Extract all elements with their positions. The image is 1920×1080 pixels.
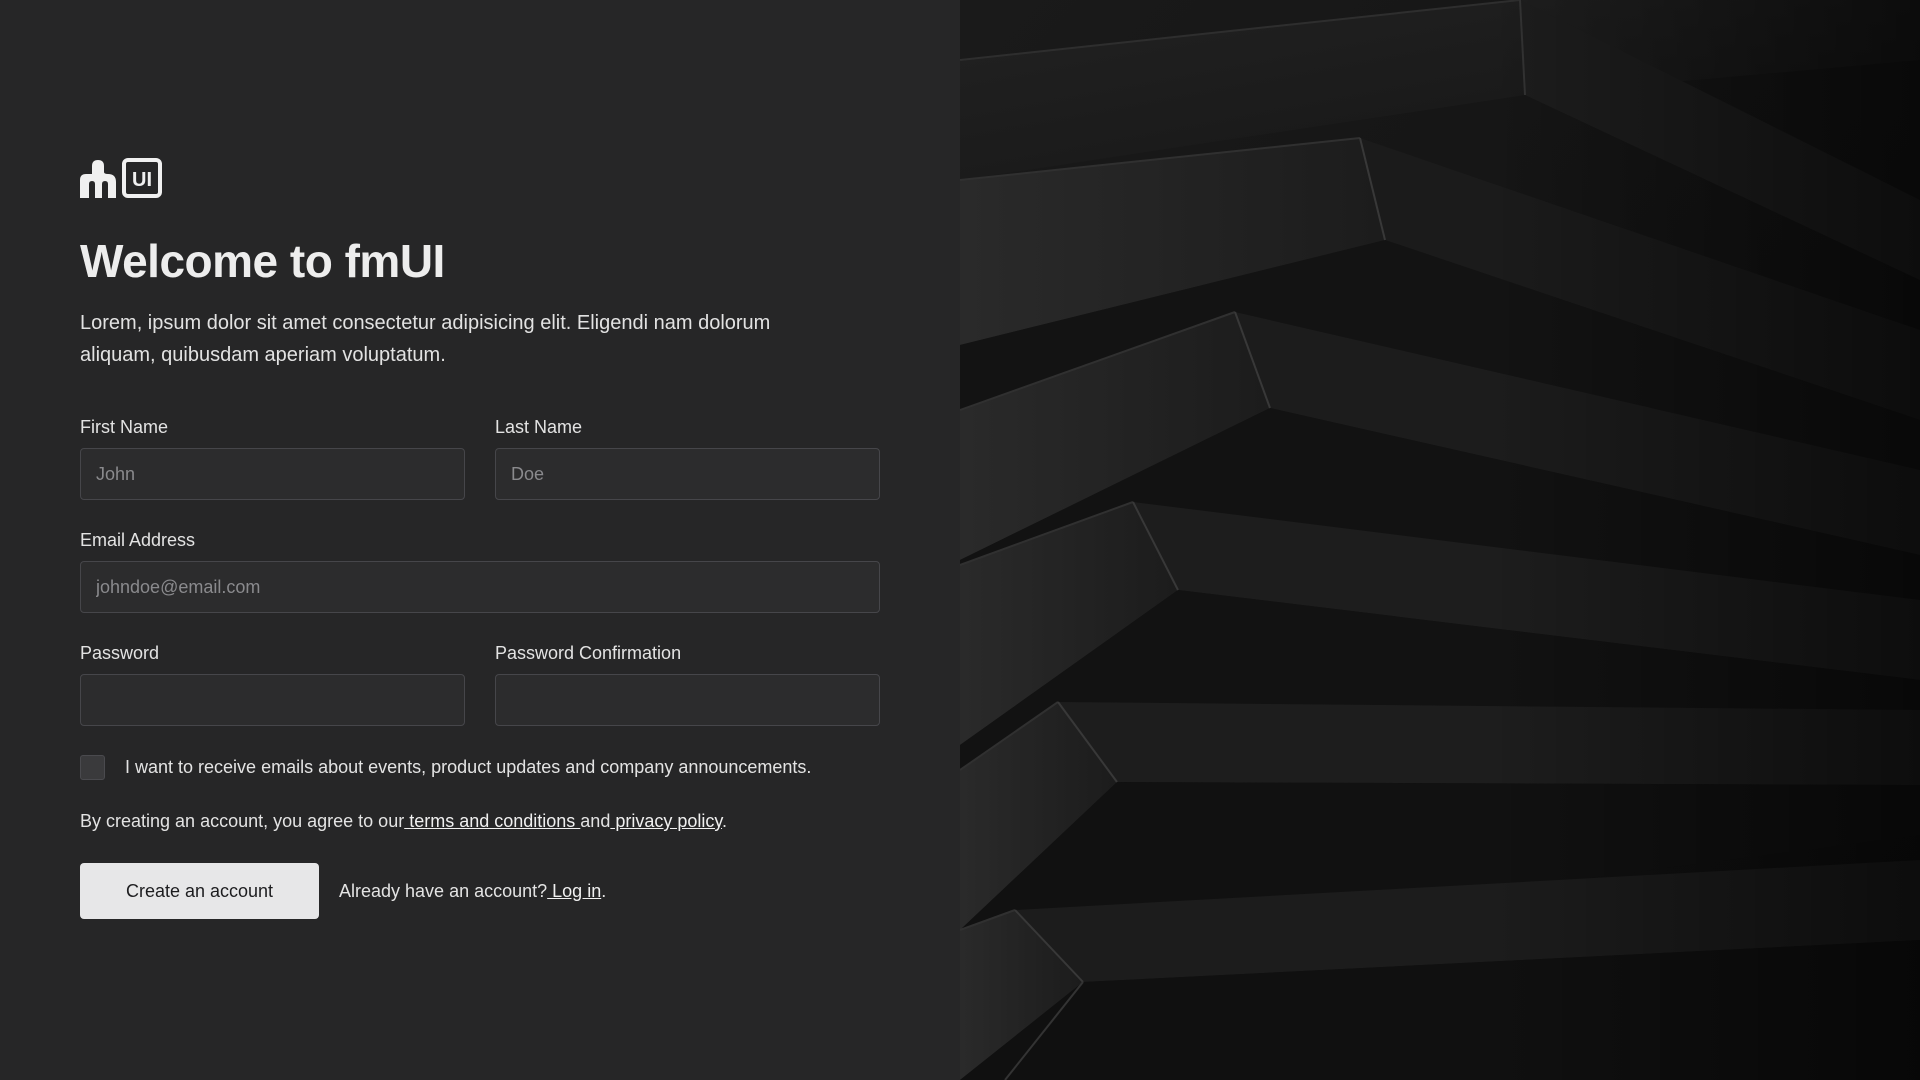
- create-account-button[interactable]: Create an account: [80, 863, 319, 919]
- page-subtitle: Lorem, ipsum dolor sit amet consectetur …: [80, 312, 771, 366]
- abstract-stacked-planks-image: [960, 0, 1920, 1080]
- terms-middle: and: [580, 811, 611, 831]
- password-label: Password: [80, 643, 160, 663]
- brand-logo: UI: [80, 158, 880, 198]
- password-confirmation-label: Password Confirmation: [495, 643, 682, 663]
- terms-notice: By creating an account, you agree to our…: [80, 811, 880, 832]
- fm-ui-logo-icon: UI: [80, 158, 162, 198]
- terms-and-conditions-link[interactable]: terms and conditions: [404, 811, 580, 831]
- password-field: Password: [80, 642, 465, 726]
- first-name-label: First Name: [80, 417, 169, 437]
- email-input[interactable]: [80, 561, 880, 613]
- signup-panel: UI Welcome to fmUI Lorem, ipsum dolor si…: [0, 0, 960, 1080]
- password-confirmation-field: Password Confirmation: [495, 642, 880, 726]
- privacy-policy-link[interactable]: privacy policy: [610, 811, 722, 831]
- password-input[interactable]: [80, 674, 465, 726]
- logo-badge-text: UI: [132, 169, 152, 191]
- last-name-field: Last Name: [495, 416, 880, 500]
- first-name-field: First Name: [80, 416, 465, 500]
- first-name-input[interactable]: [80, 448, 465, 500]
- email-row: Email Address: [80, 529, 880, 613]
- login-suffix: .: [601, 880, 607, 901]
- email-label: Email Address: [80, 530, 196, 550]
- terms-prefix: By creating an account, you agree to our: [80, 811, 405, 831]
- last-name-input[interactable]: [495, 448, 880, 500]
- marketing-opt-in: I want to receive emails about events, p…: [80, 755, 880, 780]
- form-actions: Create an account Already have an accoun…: [80, 863, 880, 919]
- signup-page: UI Welcome to fmUI Lorem, ipsum dolor si…: [0, 0, 1920, 1080]
- signup-form: UI Welcome to fmUI Lorem, ipsum dolor si…: [80, 158, 880, 919]
- terms-suffix: .: [722, 811, 728, 831]
- login-prefix: Already have an account?: [339, 880, 548, 901]
- last-name-label: Last Name: [495, 417, 583, 437]
- email-field: Email Address: [80, 529, 880, 613]
- login-link[interactable]: Log in: [547, 881, 601, 901]
- page-title: Welcome to fmUI: [80, 235, 445, 287]
- login-prompt: Already have an account? Log in.: [339, 881, 606, 902]
- hero-image: [960, 0, 1920, 1080]
- password-confirmation-input[interactable]: [495, 674, 880, 726]
- name-row: First Name Last Name: [80, 416, 880, 500]
- marketing-opt-in-label: I want to receive emails about events, p…: [125, 757, 812, 777]
- password-row: Password Password Confirmation: [80, 642, 880, 726]
- marketing-opt-in-checkbox[interactable]: [80, 755, 105, 780]
